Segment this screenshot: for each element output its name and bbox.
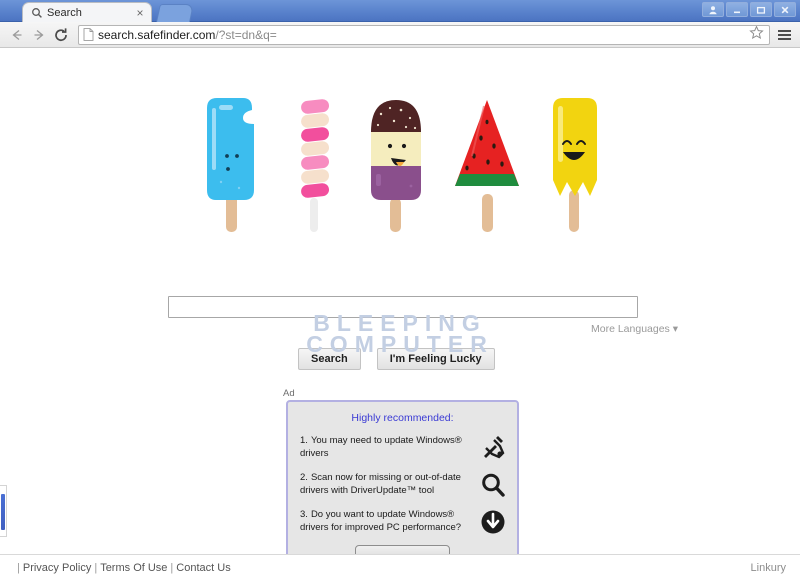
ad-label: Ad <box>283 388 295 399</box>
ad-item-number: 2. <box>300 472 308 483</box>
pink-striped-popsicle <box>289 94 341 234</box>
back-arrow-icon[interactable] <box>6 24 28 46</box>
search-button[interactable]: Search <box>298 348 361 370</box>
page-footer: | Privacy Policy | Terms Of Use | Contact Us … <box>0 554 800 577</box>
user-profile-button[interactable] <box>702 2 724 17</box>
star-icon[interactable] <box>749 25 765 44</box>
feeling-lucky-button[interactable]: I'm Feeling Lucky <box>376 348 495 370</box>
window-titlebar: Search × <box>0 0 800 23</box>
search-form: More Languages ▾ Search I'm Feeling Luck… <box>168 296 678 370</box>
footer-brand: Linkury <box>750 562 786 574</box>
window-controls <box>702 2 796 17</box>
ad-item: 2. Scan now for missing or out-of-date dr… <box>297 471 508 498</box>
chocolate-tricolor-popsicle <box>363 94 429 234</box>
search-icon <box>31 7 43 19</box>
ad-title: Highly recommended: <box>351 412 454 424</box>
ad-panel: Highly recommended: 1. You may need to up… <box>286 400 519 554</box>
ad-item: 3. Do you want to update Windows® drivers… <box>297 508 508 535</box>
search-input-wrapper[interactable] <box>168 296 638 318</box>
page-left-edge-widget <box>0 485 7 537</box>
footer-link-terms-of-use[interactable]: Terms Of Use <box>100 562 167 574</box>
url-host: search.safefinder.com <box>98 27 216 42</box>
forward-arrow-icon[interactable] <box>28 24 50 46</box>
ad-cta-wrapper: Start Scan <box>297 545 508 554</box>
more-languages-dropdown[interactable]: More Languages ▾ <box>548 323 678 335</box>
ad-item-number: 1. <box>300 435 308 446</box>
close-button[interactable] <box>774 2 796 17</box>
watermelon-popsicle <box>451 94 525 234</box>
hamburger-menu-icon[interactable] <box>774 24 794 46</box>
yellow-popsicle <box>547 94 603 234</box>
popsicle-hero-graphic <box>0 84 800 234</box>
browser-navbar: search.safefinder.com/?st=dn&q= <box>0 22 800 48</box>
ad-item-body: Do you want to update Windows® drivers f… <box>300 509 462 533</box>
footer-links: | Privacy Policy | Terms Of Use | Contact Us <box>14 562 231 574</box>
reload-icon[interactable] <box>50 24 72 46</box>
ad-item-text: 2. Scan now for missing or out-of-date dr… <box>297 471 478 497</box>
ad-item-number: 3. <box>300 509 308 520</box>
start-scan-button[interactable]: Start Scan <box>355 545 450 554</box>
new-tab-button[interactable] <box>156 4 194 22</box>
ad-item-text: 1. You may need to update Windows® driver… <box>297 434 478 460</box>
footer-link-privacy-policy[interactable]: Privacy Policy <box>23 562 91 574</box>
footer-separator: | <box>17 562 20 574</box>
url-path: /?st=dn&q= <box>215 27 277 42</box>
footer-separator: | <box>94 562 98 574</box>
search-buttons: Search I'm Feeling Lucky <box>298 348 495 370</box>
download-arrow-icon <box>478 508 508 535</box>
minimize-button[interactable] <box>726 2 748 17</box>
tab-title: Search <box>47 7 82 19</box>
page-document-icon <box>83 28 94 41</box>
magnifier-icon <box>478 471 508 498</box>
ad-item-text: 3. Do you want to update Windows® drivers… <box>297 508 478 534</box>
ad-item-body: You may need to update Windows® drivers <box>300 435 462 459</box>
ad-item: 1. You may need to update Windows® driver… <box>297 434 508 461</box>
blue-bitten-popsicle <box>197 94 267 234</box>
page-content: BLEEPING COMPUTER More Languages ▾ Searc… <box>0 48 800 554</box>
address-bar[interactable]: search.safefinder.com/?st=dn&q= <box>78 24 770 45</box>
browser-tab-search[interactable]: Search × <box>22 2 152 23</box>
footer-separator: | <box>170 562 174 574</box>
restore-button[interactable] <box>750 2 772 17</box>
footer-link-contact-us[interactable]: Contact Us <box>176 562 230 574</box>
search-input[interactable] <box>169 297 637 317</box>
ad-item-body: Scan now for missing or out-of-date driv… <box>300 472 461 496</box>
tools-icon <box>478 434 508 461</box>
close-icon[interactable]: × <box>134 7 146 19</box>
